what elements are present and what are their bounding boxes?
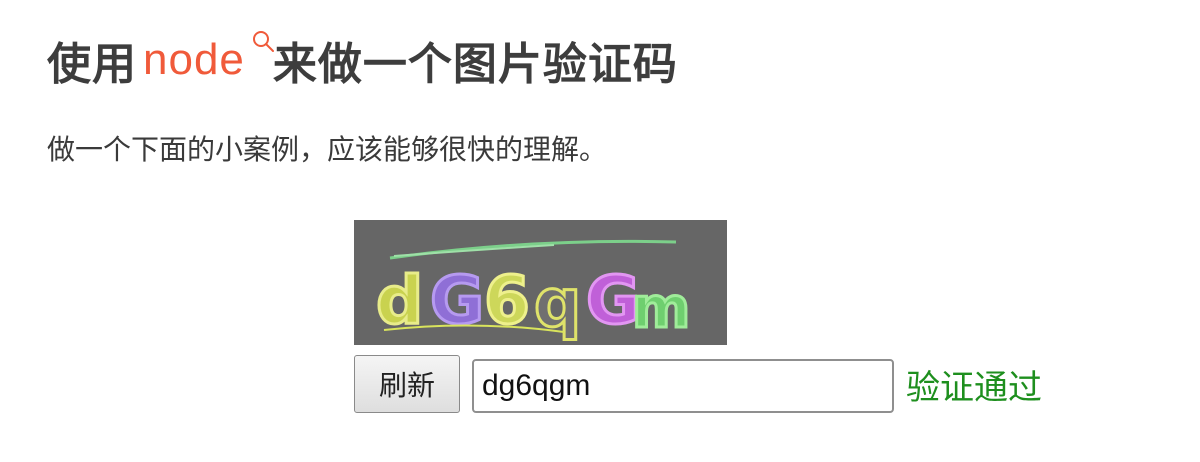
description-text: 做一个下面的小案例，应该能够很快的理解。	[47, 133, 608, 166]
refresh-button[interactable]: 刷新	[354, 355, 460, 413]
captcha-char-2: G	[430, 262, 484, 339]
title-suffix: 来做一个图片验证码	[272, 39, 678, 90]
captcha-image[interactable]: d G 6 q G m	[354, 220, 727, 345]
captcha-char-6: m	[632, 276, 690, 341]
title-prefix: 使用	[47, 39, 137, 90]
search-icon[interactable]	[251, 29, 275, 53]
verification-status: 验证通过	[906, 368, 1042, 408]
keyword-link[interactable]: node	[143, 31, 274, 85]
page-title: 使用 node 来做一个图片验证码	[47, 28, 678, 92]
captcha-code-input[interactable]	[472, 359, 894, 413]
captcha-canvas: d G 6 q G m	[354, 220, 727, 345]
keyword-text: node	[143, 35, 245, 84]
